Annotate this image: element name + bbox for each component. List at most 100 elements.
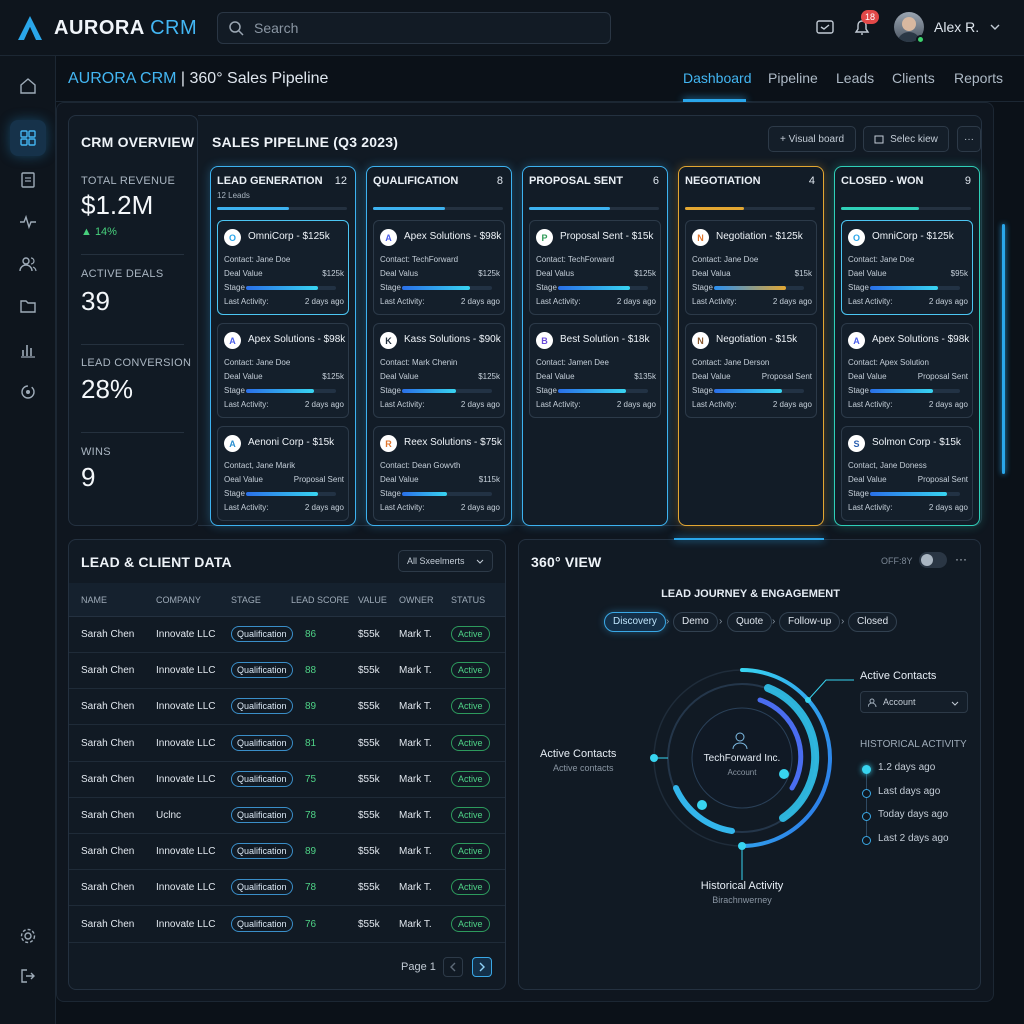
column-progress-bar [217, 207, 347, 210]
pipeline-column[interactable]: CLOSED - WON 9 O OmniCorp - $125k Contact: J… [834, 166, 980, 526]
deal-card[interactable]: N Negotiation - $125k Contact: Jane Doe Dea… [685, 220, 817, 315]
sidebar-item-settings[interactable] [10, 918, 46, 954]
view-360-title: 360° VIEW [531, 554, 602, 570]
status-badge: Active [451, 915, 490, 932]
step-quote[interactable]: Quote [727, 612, 773, 632]
sidebar-item-logout[interactable] [10, 958, 46, 994]
step-discovery[interactable]: Discovery [604, 612, 666, 632]
sidebar-item-documents[interactable] [10, 162, 46, 198]
step-demo[interactable]: Demo [673, 612, 718, 632]
more-options-icon[interactable]: ··· [955, 552, 967, 566]
table-row[interactable]: Sarah Chen Innovate LLC Qualification 89 $55… [69, 689, 505, 726]
sidebar-item-integrations[interactable] [10, 374, 46, 410]
deal-card[interactable]: B Best Solution - $18k Contact: Jamen Dee D… [529, 323, 661, 418]
divider [81, 432, 184, 433]
visual-board-button[interactable]: + Visual board [768, 126, 856, 152]
search-input[interactable] [254, 20, 574, 36]
deal-value-label: Deal Valus [536, 269, 575, 278]
column-header-stage[interactable]: STAGE [231, 595, 261, 605]
logout-icon [21, 969, 35, 983]
sidebar-item-files[interactable] [10, 288, 46, 324]
deal-card[interactable]: R Reex Solutions - $75k Contact: Dean Gowv… [373, 426, 505, 521]
step-follow-up[interactable]: Follow-up [779, 612, 841, 632]
pipeline-column[interactable]: QUALIFICATION 8 A Apex Solutions - $98k Cont… [366, 166, 512, 526]
deal-value-row: Deal Value $125k [224, 269, 344, 278]
deal-title: Apex Solutions - $98k [872, 334, 970, 345]
deal-contact: Contact: Jane Doe [224, 255, 291, 264]
deal-stage-fill [402, 389, 456, 393]
table-row[interactable]: Sarah Chen Innovate LLC Qualification 75 $55… [69, 762, 505, 798]
last-activity-label: Last Activity: [848, 503, 893, 512]
column-header-lead-score[interactable]: LEAD SCORE [291, 595, 349, 605]
view-toggle[interactable] [919, 552, 947, 568]
chevron-down-icon [476, 559, 484, 564]
deal-card[interactable]: N Negotiation - $15k Contact: Jane Derson D… [685, 323, 817, 418]
sidebar-item-reports[interactable] [10, 332, 46, 368]
tab-leads[interactable]: Leads [836, 70, 874, 86]
deal-stage-fill [246, 389, 314, 393]
sidebar-item-activity[interactable] [10, 204, 46, 240]
tab-pipeline[interactable]: Pipeline [768, 70, 818, 86]
sidebar-item-home[interactable] [10, 68, 46, 104]
step-closed[interactable]: Closed [848, 612, 898, 632]
crm-overview-panel: CRM OVERVIEW TOTAL REVENUE $1.2M ▲ 14% A… [68, 115, 198, 526]
pipeline-column[interactable]: LEAD GENERATION 12 12 Leads O OmniCorp - $12… [210, 166, 356, 526]
deal-card[interactable]: P Proposal Sent - $15k Contact: TechForwar… [529, 220, 661, 315]
deal-card[interactable]: A Apex Solutions - $98k Contact: TechForwa… [373, 220, 505, 315]
select-view-button[interactable]: Selec kiew [863, 126, 949, 152]
inbox-icon[interactable] [815, 17, 835, 37]
scrollbar[interactable] [1002, 224, 1005, 474]
column-header-value[interactable]: VALUE [358, 595, 387, 605]
deal-card[interactable]: A Aenoni Corp - $15k Contact, Jane Marik Oe… [217, 426, 349, 521]
table-row[interactable]: Sarah Chen Innovate LLC Qualification 86 $55… [69, 617, 505, 653]
account-select[interactable]: Account [860, 691, 968, 713]
column-header-company[interactable]: COMPANY [156, 595, 201, 605]
search-box[interactable] [217, 12, 611, 44]
deal-value-label: Deal Value [536, 372, 575, 381]
deal-stage-bar [558, 286, 648, 290]
deal-card[interactable]: A Apex Solutions - $98k Contact: Apex Solu… [841, 323, 973, 418]
company-logo-icon: A [848, 332, 865, 349]
deal-value: Proposal Sent [761, 372, 812, 381]
deal-card[interactable]: O OmniCorp - $125k Contact: Jane Doe Deal V… [217, 220, 349, 315]
pipeline-column[interactable]: NEGOTIATION 4 N Negotiation - $125k Contact:… [678, 166, 824, 526]
user-menu[interactable]: Alex R. [894, 12, 1001, 42]
chevron-right-icon: › [666, 616, 670, 627]
column-count: 6 [652, 175, 659, 187]
column-header-owner[interactable]: OWNER [399, 595, 434, 605]
deal-card[interactable]: K Kass Solutions - $90k Contact: Mark Chen… [373, 323, 505, 418]
next-page-button[interactable] [472, 957, 492, 977]
sidebar-item-contacts[interactable] [10, 246, 46, 282]
deal-card[interactable]: A Apex Solutions - $98k Contact: Jane Doe D… [217, 323, 349, 418]
last-activity-label: Last Activity: [848, 400, 893, 409]
deal-card[interactable]: O OmniCorp - $125k Contact: Jane Doe Dael V… [841, 220, 973, 315]
last-activity-label: Last Activity: [224, 297, 269, 306]
tab-reports[interactable]: Reports [954, 70, 1003, 86]
sidebar-item-dashboard[interactable] [10, 120, 46, 156]
stage-pill: Qualification [231, 734, 293, 751]
column-header-status[interactable]: STATUS [451, 595, 485, 605]
table-row[interactable]: Sarah Chen Innovate LLC Qualification 88 $55… [69, 653, 505, 690]
last-activity-label: Last Activity: [536, 400, 581, 409]
pipeline-column[interactable]: PROPOSAL SENT 6 P Proposal Sent - $15k Conta… [522, 166, 668, 526]
column-header-name[interactable]: NAME [81, 595, 107, 605]
deal-card[interactable]: S Solmon Corp - $15k Contact, Jane Doness D… [841, 426, 973, 521]
tab-clients[interactable]: Clients [892, 70, 935, 86]
stage-pill: Qualification [231, 626, 293, 642]
more-options-button[interactable]: ··· [957, 126, 981, 152]
table-row[interactable]: Sarah Chen Innovate LLC Qualification 76 $55… [69, 907, 505, 943]
app-logo[interactable]: AURORA CRM [16, 14, 197, 42]
column-progress-bar [685, 207, 815, 210]
segment-filter-select[interactable]: All Sxeelmerts [398, 550, 493, 572]
table-row[interactable]: Sarah Chen Innovate LLC Qualification 78 $55… [69, 870, 505, 907]
last-activity-label: Last Activity: [380, 503, 425, 512]
prev-page-button[interactable] [443, 957, 463, 977]
table-row[interactable]: Sarah Chen Innovate LLC Qualification 81 $55… [69, 726, 505, 762]
table-row[interactable]: Sarah Chen Uclnc Qualification 78 $55k Mark T… [69, 798, 505, 834]
stage-pill: Qualification [231, 843, 293, 860]
table-row[interactable]: Sarah Chen Innovate LLC Qualification 89 $55… [69, 834, 505, 871]
history-item: Today days ago [878, 809, 949, 820]
stage-pill: Qualification [231, 879, 293, 896]
status-badge: Active [451, 879, 490, 896]
tab-dashboard[interactable]: Dashboard [683, 70, 752, 86]
